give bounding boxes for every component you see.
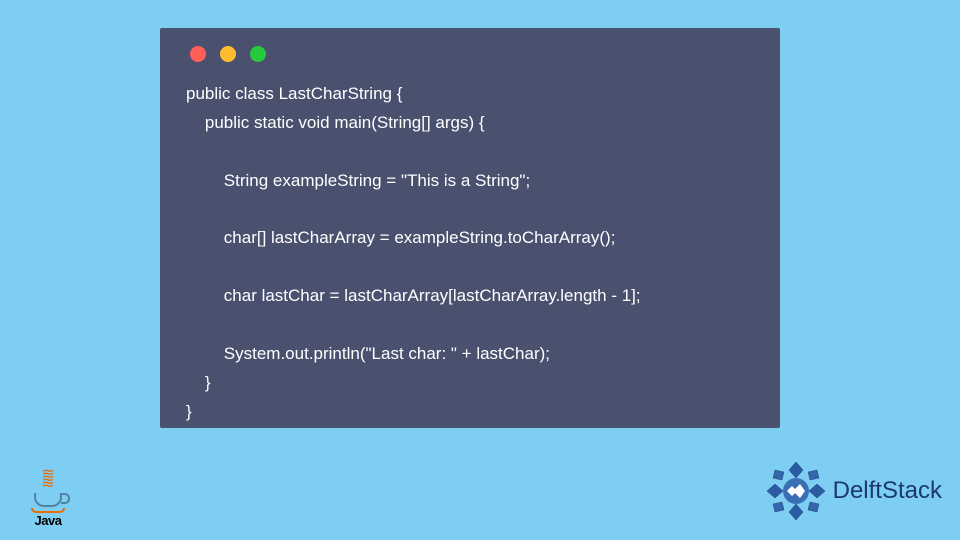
close-dot bbox=[190, 46, 206, 62]
code-line: char[] lastCharArray = exampleString.toC… bbox=[186, 228, 615, 247]
code-block: public class LastCharString { public sta… bbox=[186, 80, 754, 427]
java-label: Java bbox=[22, 513, 74, 528]
code-line: } bbox=[186, 373, 211, 392]
minimize-dot bbox=[220, 46, 236, 62]
delftstack-emblem-icon bbox=[765, 460, 827, 522]
maximize-dot bbox=[250, 46, 266, 62]
delftstack-label: DelftStack bbox=[833, 477, 942, 505]
java-steam-icon: ≋≋ bbox=[22, 470, 74, 489]
code-line: char lastChar = lastCharArray[lastCharAr… bbox=[186, 286, 641, 305]
code-line: String exampleString = "This is a String… bbox=[186, 171, 530, 190]
code-window: public class LastCharString { public sta… bbox=[160, 28, 780, 428]
code-line: System.out.println("Last char: " + lastC… bbox=[186, 344, 550, 363]
java-logo: ≋≋ Java bbox=[22, 470, 74, 528]
code-line: public static void main(String[] args) { bbox=[186, 113, 485, 132]
code-line: public class LastCharString { bbox=[186, 84, 402, 103]
window-controls bbox=[186, 46, 754, 62]
java-cup-icon bbox=[34, 493, 62, 507]
delftstack-logo: DelftStack bbox=[765, 460, 942, 522]
code-line: } bbox=[186, 402, 192, 421]
